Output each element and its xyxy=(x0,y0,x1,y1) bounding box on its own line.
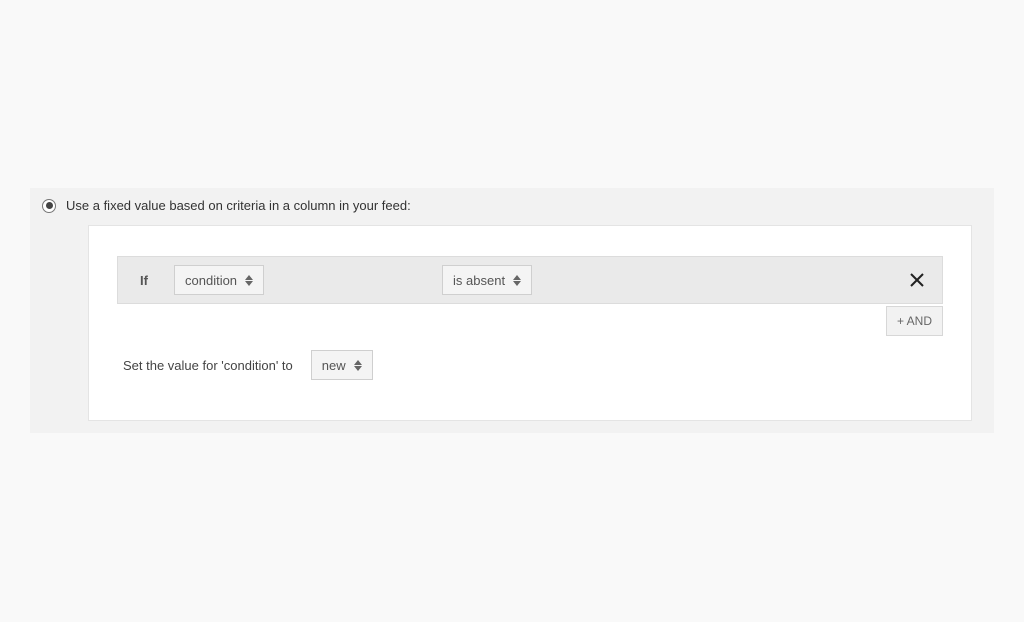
option-label: Use a fixed value based on criteria in a… xyxy=(66,198,411,213)
close-icon xyxy=(910,273,924,287)
remove-condition-button[interactable] xyxy=(906,269,928,291)
radio-dot-icon xyxy=(46,202,53,209)
set-value-row: Set the value for 'condition' to new xyxy=(117,350,943,380)
value-picker-label: new xyxy=(322,358,346,373)
option-row: Use a fixed value based on criteria in a… xyxy=(30,198,994,225)
add-and-button[interactable]: + AND xyxy=(886,306,943,336)
sort-icon xyxy=(245,275,253,286)
if-label: If xyxy=(118,273,170,288)
operator-picker[interactable]: is absent xyxy=(442,265,532,295)
condition-bar: If condition is absent xyxy=(117,256,943,304)
sort-icon xyxy=(354,360,362,371)
fixed-value-panel: Use a fixed value based on criteria in a… xyxy=(30,188,994,433)
field-picker-label: condition xyxy=(185,273,237,288)
sort-icon xyxy=(513,275,521,286)
set-value-label: Set the value for 'condition' to xyxy=(123,358,293,373)
operator-picker-label: is absent xyxy=(453,273,505,288)
field-picker[interactable]: condition xyxy=(174,265,264,295)
value-picker[interactable]: new xyxy=(311,350,373,380)
radio-fixed-value[interactable] xyxy=(42,199,56,213)
rule-box: If condition is absent xyxy=(88,225,972,421)
